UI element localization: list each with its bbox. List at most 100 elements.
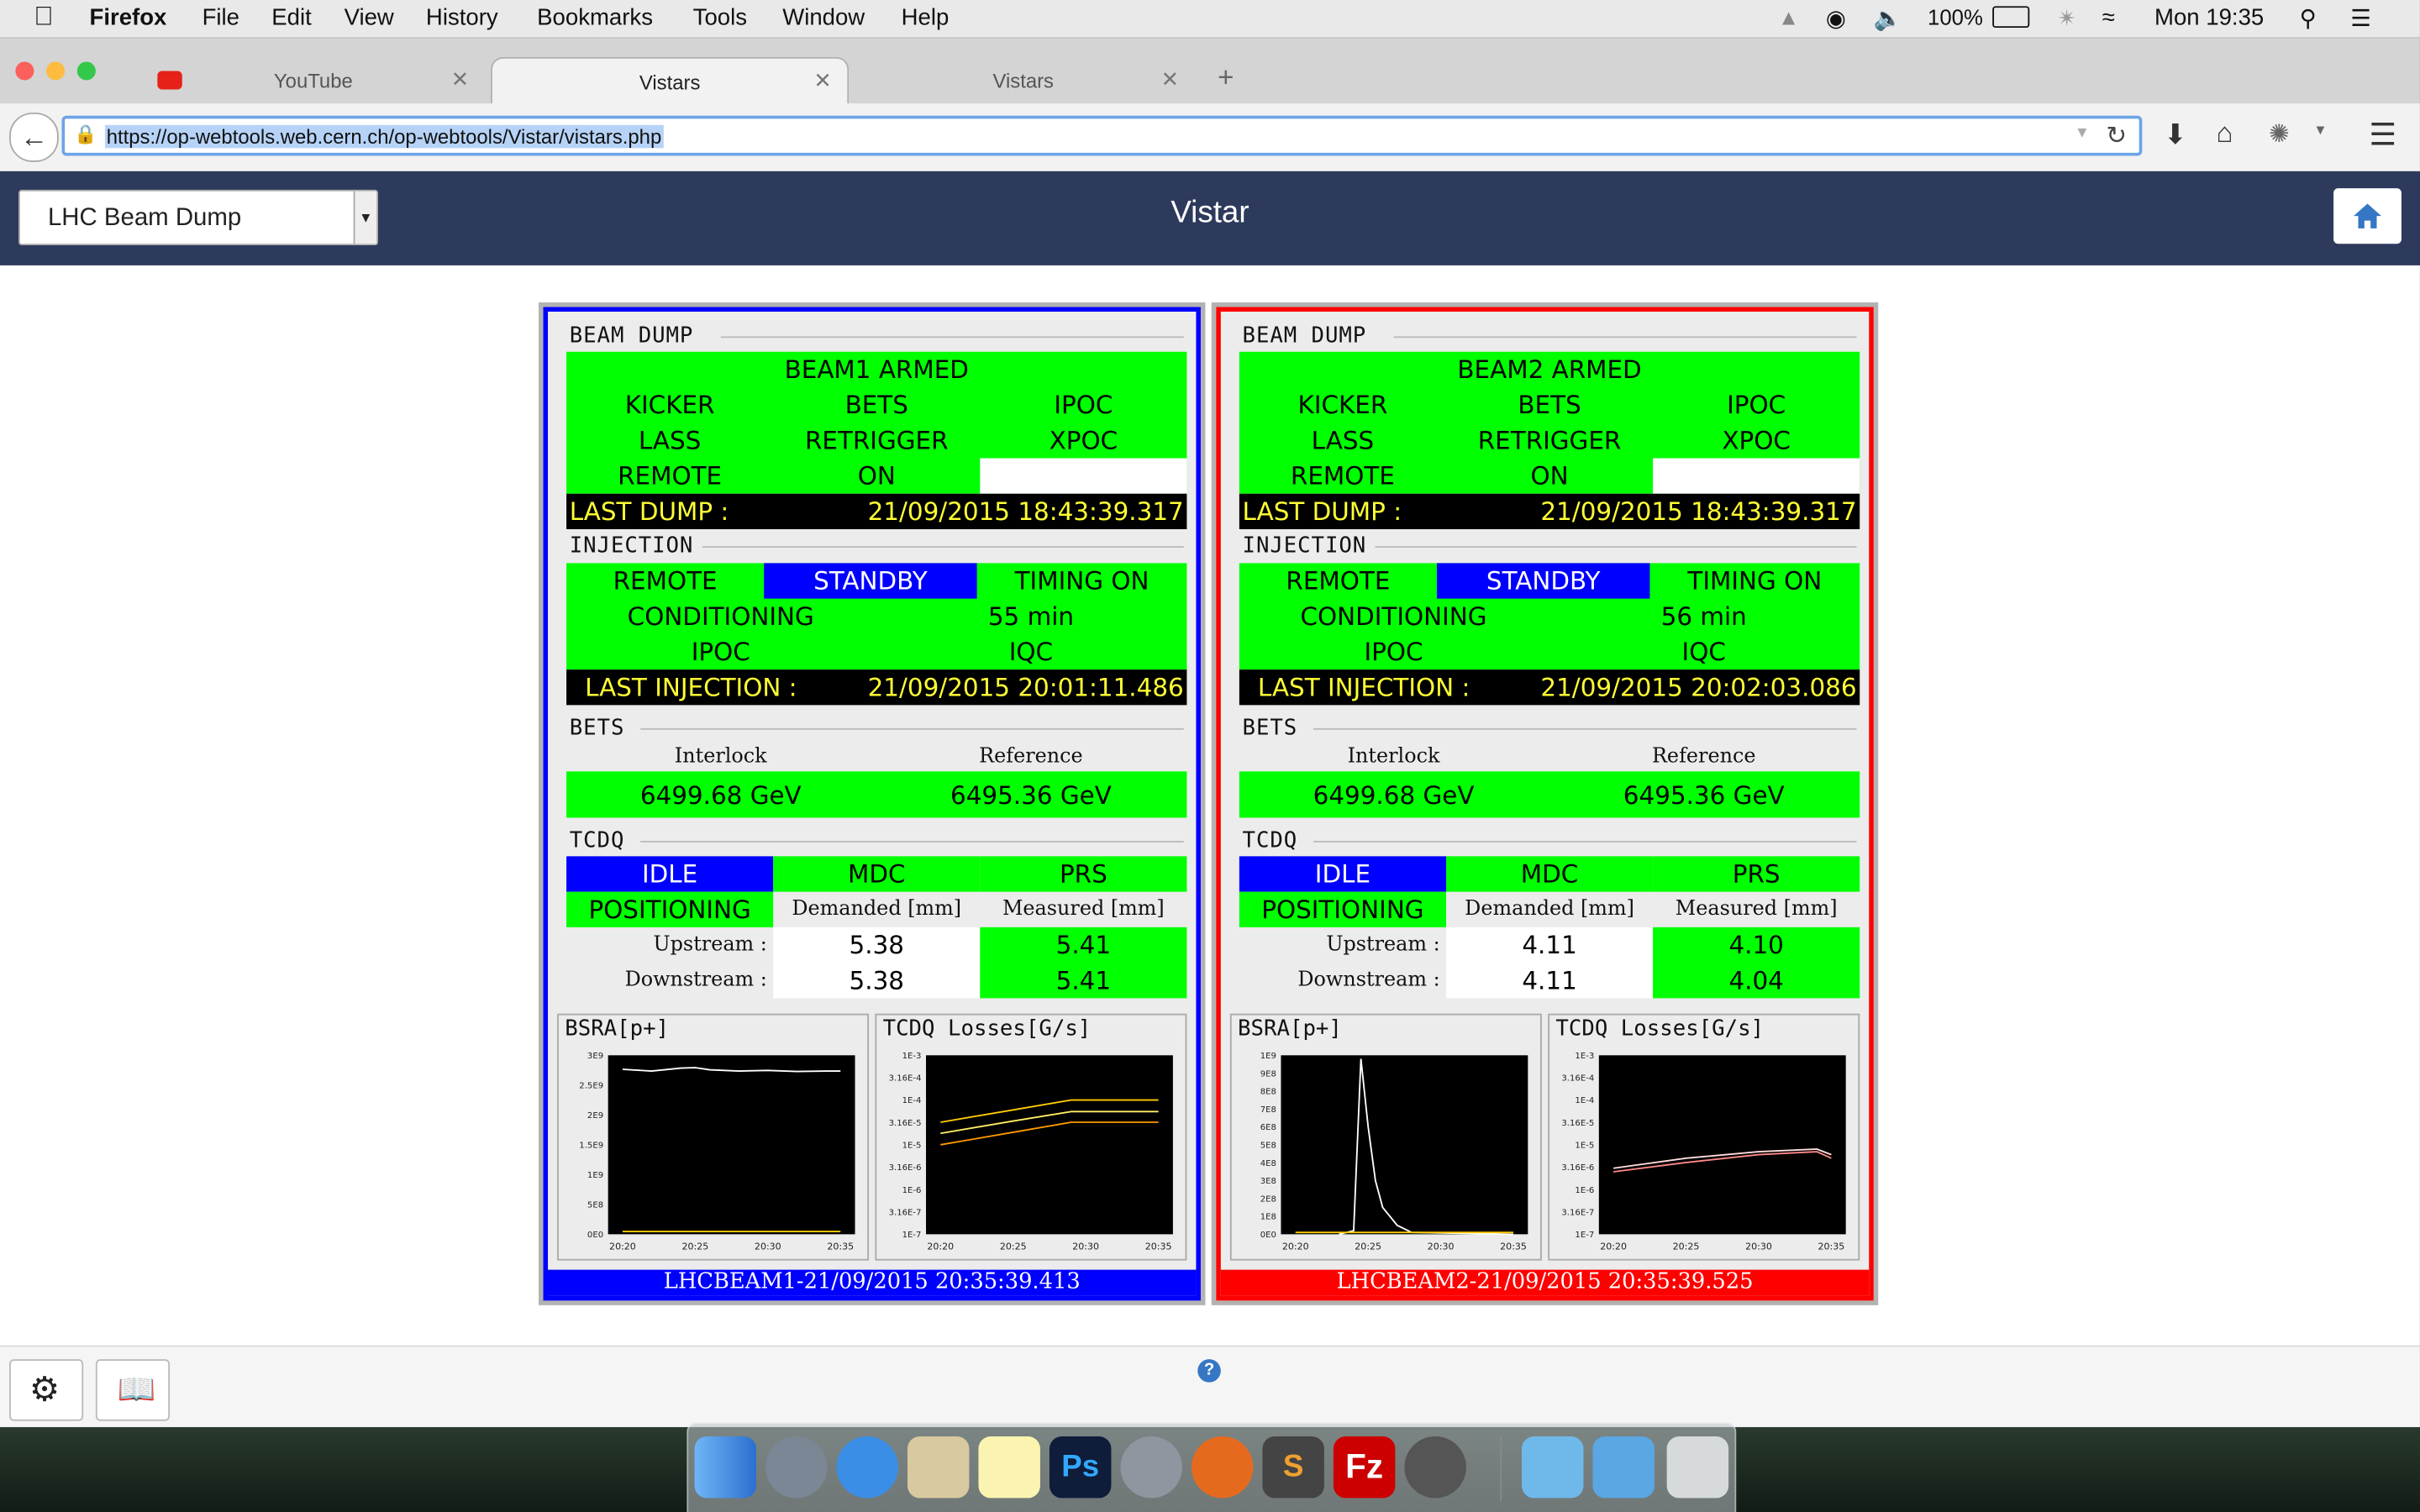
injection-standby: STANDBY bbox=[1436, 563, 1650, 599]
mail-icon[interactable] bbox=[907, 1436, 970, 1499]
back-button[interactable]: ← bbox=[9, 113, 59, 162]
tab-vistars-active[interactable]: Vistars ✕ bbox=[491, 56, 850, 105]
tcdq-upstream-measured: 4.10 bbox=[1728, 930, 1784, 960]
close-tab-icon[interactable]: ✕ bbox=[813, 68, 832, 94]
menu-file[interactable]: File bbox=[203, 5, 239, 31]
menu-edit[interactable]: Edit bbox=[271, 5, 311, 31]
filezilla-icon[interactable]: Fz bbox=[1333, 1436, 1396, 1499]
bets-interlock-value: 6499.68 GeV bbox=[639, 780, 802, 811]
y-tick-label: 1E-5 bbox=[902, 1142, 922, 1151]
tcdq-measured-label: Measured [mm] bbox=[1675, 897, 1838, 921]
tcdq-upstream-demanded: 5.38 bbox=[849, 930, 904, 960]
bsra-plot-title: BSRA[p+] bbox=[1238, 1016, 1342, 1042]
tcdq-positioning: POSITIONING bbox=[566, 891, 774, 927]
notes-icon[interactable] bbox=[978, 1436, 1040, 1499]
bets-reference-label: Reference bbox=[1651, 745, 1756, 769]
home-icon[interactable]: ⌂ bbox=[2217, 118, 2233, 150]
window-zoom-button[interactable] bbox=[76, 61, 96, 81]
tab-youtube[interactable]: YouTube ✕ bbox=[142, 57, 485, 103]
clock[interactable]: Mon 19:35 bbox=[2154, 5, 2264, 31]
home-button[interactable] bbox=[2333, 188, 2402, 244]
new-tab-button[interactable]: + bbox=[1218, 61, 1234, 94]
y-tick-label: 2.5E9 bbox=[579, 1081, 603, 1090]
menu-history[interactable]: History bbox=[426, 5, 498, 31]
battery-percent[interactable]: 100% bbox=[1928, 5, 1983, 29]
chart-svg: 0E0 5E8 1E9 1.5E9 2E9 2.5E9 3E9 20:20 20:25 20:30… bbox=[579, 1052, 855, 1252]
sublime-text-icon[interactable]: S bbox=[1262, 1436, 1324, 1499]
url-bar[interactable]: 🔒 https://op-webtools.web.cern.ch/op-web… bbox=[61, 115, 2143, 156]
x-tick-label: 20:25 bbox=[1673, 1242, 1700, 1252]
menu-window[interactable]: Window bbox=[782, 5, 865, 31]
tcdq-measured-label: Measured [mm] bbox=[1002, 897, 1165, 921]
trash-icon[interactable] bbox=[1666, 1436, 1729, 1499]
bsra-plot-box: BSRA[p+] 0E0 1E8 2E8 3E8 4E8 5E8 6E8 7E8 8E8 9E8 1E… bbox=[1229, 1013, 1542, 1261]
y-tick-label: 1E-4 bbox=[1575, 1096, 1594, 1105]
injection-conditioning: CONDITIONING bbox=[1300, 601, 1487, 632]
x-tick-label: 20:20 bbox=[1282, 1242, 1309, 1252]
url-text[interactable]: https://op-webtools.web.cern.ch/op-webto… bbox=[104, 124, 664, 149]
menu-help[interactable]: Help bbox=[902, 5, 950, 31]
app-icon[interactable] bbox=[1404, 1436, 1466, 1499]
battery-icon[interactable] bbox=[1992, 6, 2030, 29]
settings-button[interactable]: ⚙ bbox=[9, 1359, 84, 1421]
menu-tools[interactable]: Tools bbox=[693, 5, 747, 31]
menu-view[interactable]: View bbox=[345, 5, 394, 31]
x-tick-label: 20:25 bbox=[682, 1242, 709, 1252]
bets-interlock-label: Interlock bbox=[1347, 745, 1440, 769]
status-icon[interactable]: ◉ bbox=[1826, 5, 1846, 32]
section-divider bbox=[1313, 727, 1857, 730]
extension-icon[interactable]: ✺ bbox=[2269, 118, 2290, 150]
section-divider bbox=[640, 841, 1184, 843]
reload-icon[interactable]: ↻ bbox=[2106, 120, 2127, 151]
menu-bookmarks[interactable]: Bookmarks bbox=[537, 5, 653, 31]
launchpad-icon[interactable] bbox=[765, 1436, 828, 1499]
tab-vistars[interactable]: Vistars ✕ bbox=[852, 57, 1195, 103]
section-divider bbox=[720, 336, 1184, 339]
photoshop-icon[interactable]: Ps bbox=[1049, 1436, 1112, 1499]
system-preferences-icon[interactable] bbox=[1120, 1436, 1182, 1499]
x-tick-label: 20:35 bbox=[1500, 1242, 1527, 1252]
firefox-icon[interactable] bbox=[1191, 1436, 1254, 1499]
y-tick-label: 8E8 bbox=[1260, 1088, 1276, 1097]
window-minimize-button[interactable] bbox=[46, 61, 66, 81]
beam-dump-indicator: RETRIGGER bbox=[1477, 425, 1622, 455]
spotlight-search-icon[interactable]: ⚲ bbox=[2300, 5, 2317, 32]
tab-label: Vistars bbox=[992, 69, 1055, 93]
logbook-button[interactable]: 📖 bbox=[95, 1359, 171, 1421]
beam-dump-indicator: BETS bbox=[1518, 390, 1581, 420]
airplay-icon[interactable]: ▲ bbox=[1778, 5, 1799, 29]
injection-minutes: 56 min bbox=[1660, 601, 1747, 632]
window-close-button[interactable] bbox=[15, 61, 34, 81]
hamburger-menu-icon[interactable]: ☰ bbox=[2369, 116, 2396, 155]
bluetooth-icon[interactable]: ✴ bbox=[2057, 5, 2076, 32]
tab-strip: YouTube ✕ Vistars ✕ Vistars ✕ + bbox=[0, 38, 2420, 105]
injection-standby: STANDBY bbox=[764, 563, 977, 599]
downloads-folder-icon[interactable] bbox=[1592, 1436, 1655, 1499]
close-tab-icon[interactable]: ✕ bbox=[451, 66, 470, 92]
lock-icon: 🔒 bbox=[74, 123, 97, 145]
volume-icon[interactable]: 🔈 bbox=[1874, 5, 1902, 32]
folder-icon[interactable] bbox=[1521, 1436, 1584, 1499]
section-title-tcdq: TCDQ bbox=[569, 828, 625, 853]
safari-icon[interactable] bbox=[836, 1436, 898, 1499]
menu-app-name[interactable]: Firefox bbox=[90, 5, 167, 31]
wifi-icon[interactable]: ≈ bbox=[2102, 5, 2115, 31]
apple-icon[interactable]:  bbox=[34, 2, 53, 33]
dropdown-icon[interactable]: ▼ bbox=[2075, 125, 2090, 142]
navigation-bar: ← 🔒 https://op-webtools.web.cern.ch/op-w… bbox=[0, 103, 2420, 173]
plot-area bbox=[1598, 1055, 1846, 1235]
y-tick-label: 3E8 bbox=[1260, 1177, 1276, 1186]
y-tick-label: 9E8 bbox=[1260, 1069, 1276, 1079]
tcdq-prs: PRS bbox=[1653, 856, 1860, 892]
last-injection-time: 21/09/2015 20:02:03.086 bbox=[1540, 672, 1857, 702]
finder-icon[interactable] bbox=[694, 1436, 756, 1499]
content-area bbox=[0, 265, 2420, 1346]
section-title-bets: BETS bbox=[569, 716, 625, 741]
download-icon[interactable]: ⬇ bbox=[2164, 118, 2187, 151]
last-injection-time: 21/09/2015 20:01:11.486 bbox=[867, 672, 1184, 702]
close-tab-icon[interactable]: ✕ bbox=[1161, 66, 1180, 92]
help-icon[interactable]: ? bbox=[1197, 1359, 1221, 1383]
tcdq-mdc: MDC bbox=[1445, 856, 1654, 892]
extension-dropdown-icon[interactable]: ▼ bbox=[2313, 122, 2327, 137]
notification-center-icon[interactable]: ☰ bbox=[2350, 5, 2371, 32]
